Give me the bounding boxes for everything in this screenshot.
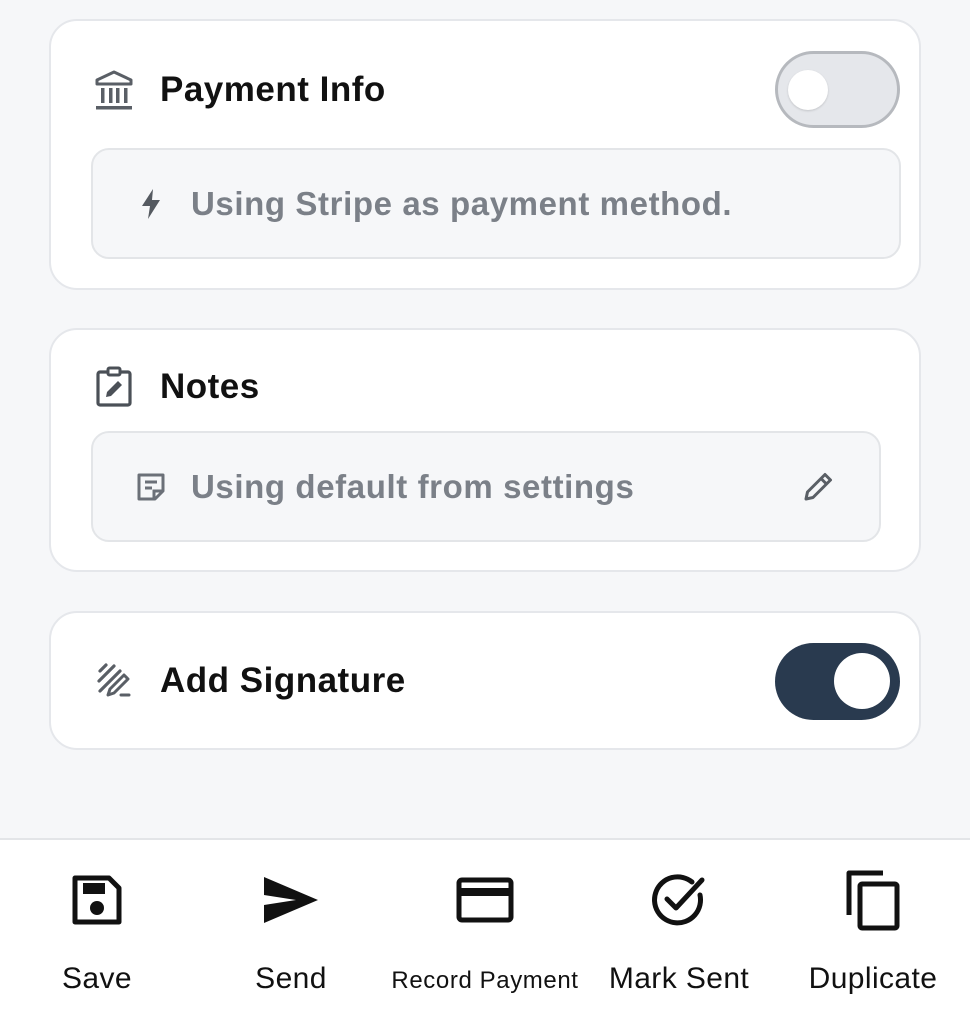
signature-title: Add Signature <box>160 661 406 700</box>
send-icon <box>259 868 323 932</box>
duplicate-label: Duplicate <box>808 962 938 995</box>
signature-toggle[interactable] <box>775 643 900 720</box>
clipboard-edit-icon <box>93 366 135 408</box>
copy-icon <box>841 868 905 932</box>
signature-card: Add Signature <box>49 611 921 750</box>
check-circle-icon <box>647 868 711 932</box>
payment-method-box: Using Stripe as payment method. <box>91 148 901 259</box>
notes-text: Using default from settings <box>191 467 635 505</box>
record-payment-label: Record Payment <box>391 967 579 994</box>
payment-method-text: Using Stripe as payment method. <box>191 184 733 222</box>
mark-sent-button[interactable]: Mark Sent <box>582 840 776 1024</box>
notes-header: Notes <box>93 362 260 412</box>
bank-icon <box>93 69 135 111</box>
note-icon <box>131 467 171 507</box>
bottom-action-bar: Save Send Record Payment Mark Sent Dupli… <box>0 838 970 1024</box>
toggle-knob <box>788 70 828 110</box>
record-payment-button[interactable]: Record Payment <box>388 840 582 1024</box>
save-label: Save <box>62 962 132 995</box>
save-button[interactable]: Save <box>0 840 194 1024</box>
notes-title: Notes <box>160 367 260 406</box>
send-button[interactable]: Send <box>194 840 388 1024</box>
credit-card-icon <box>453 868 517 932</box>
notes-box: Using default from settings <box>91 431 881 542</box>
payment-info-card: Payment Info Using Stripe as payment met… <box>49 19 921 290</box>
pencil-icon[interactable] <box>799 466 839 506</box>
bolt-icon <box>131 184 171 224</box>
signature-header: Add Signature <box>93 656 406 706</box>
notes-card: Notes Using default from settings <box>49 328 921 572</box>
payment-info-toggle[interactable] <box>775 51 900 128</box>
invoice-settings-page: Payment Info Using Stripe as payment met… <box>0 0 970 1024</box>
mark-sent-label: Mark Sent <box>608 962 750 995</box>
save-icon <box>65 868 129 932</box>
send-label: Send <box>255 962 327 995</box>
payment-info-title: Payment Info <box>160 70 386 109</box>
duplicate-button[interactable]: Duplicate <box>776 840 970 1024</box>
signature-icon <box>93 660 135 702</box>
payment-info-header: Payment Info <box>93 65 386 115</box>
toggle-knob <box>834 653 890 709</box>
